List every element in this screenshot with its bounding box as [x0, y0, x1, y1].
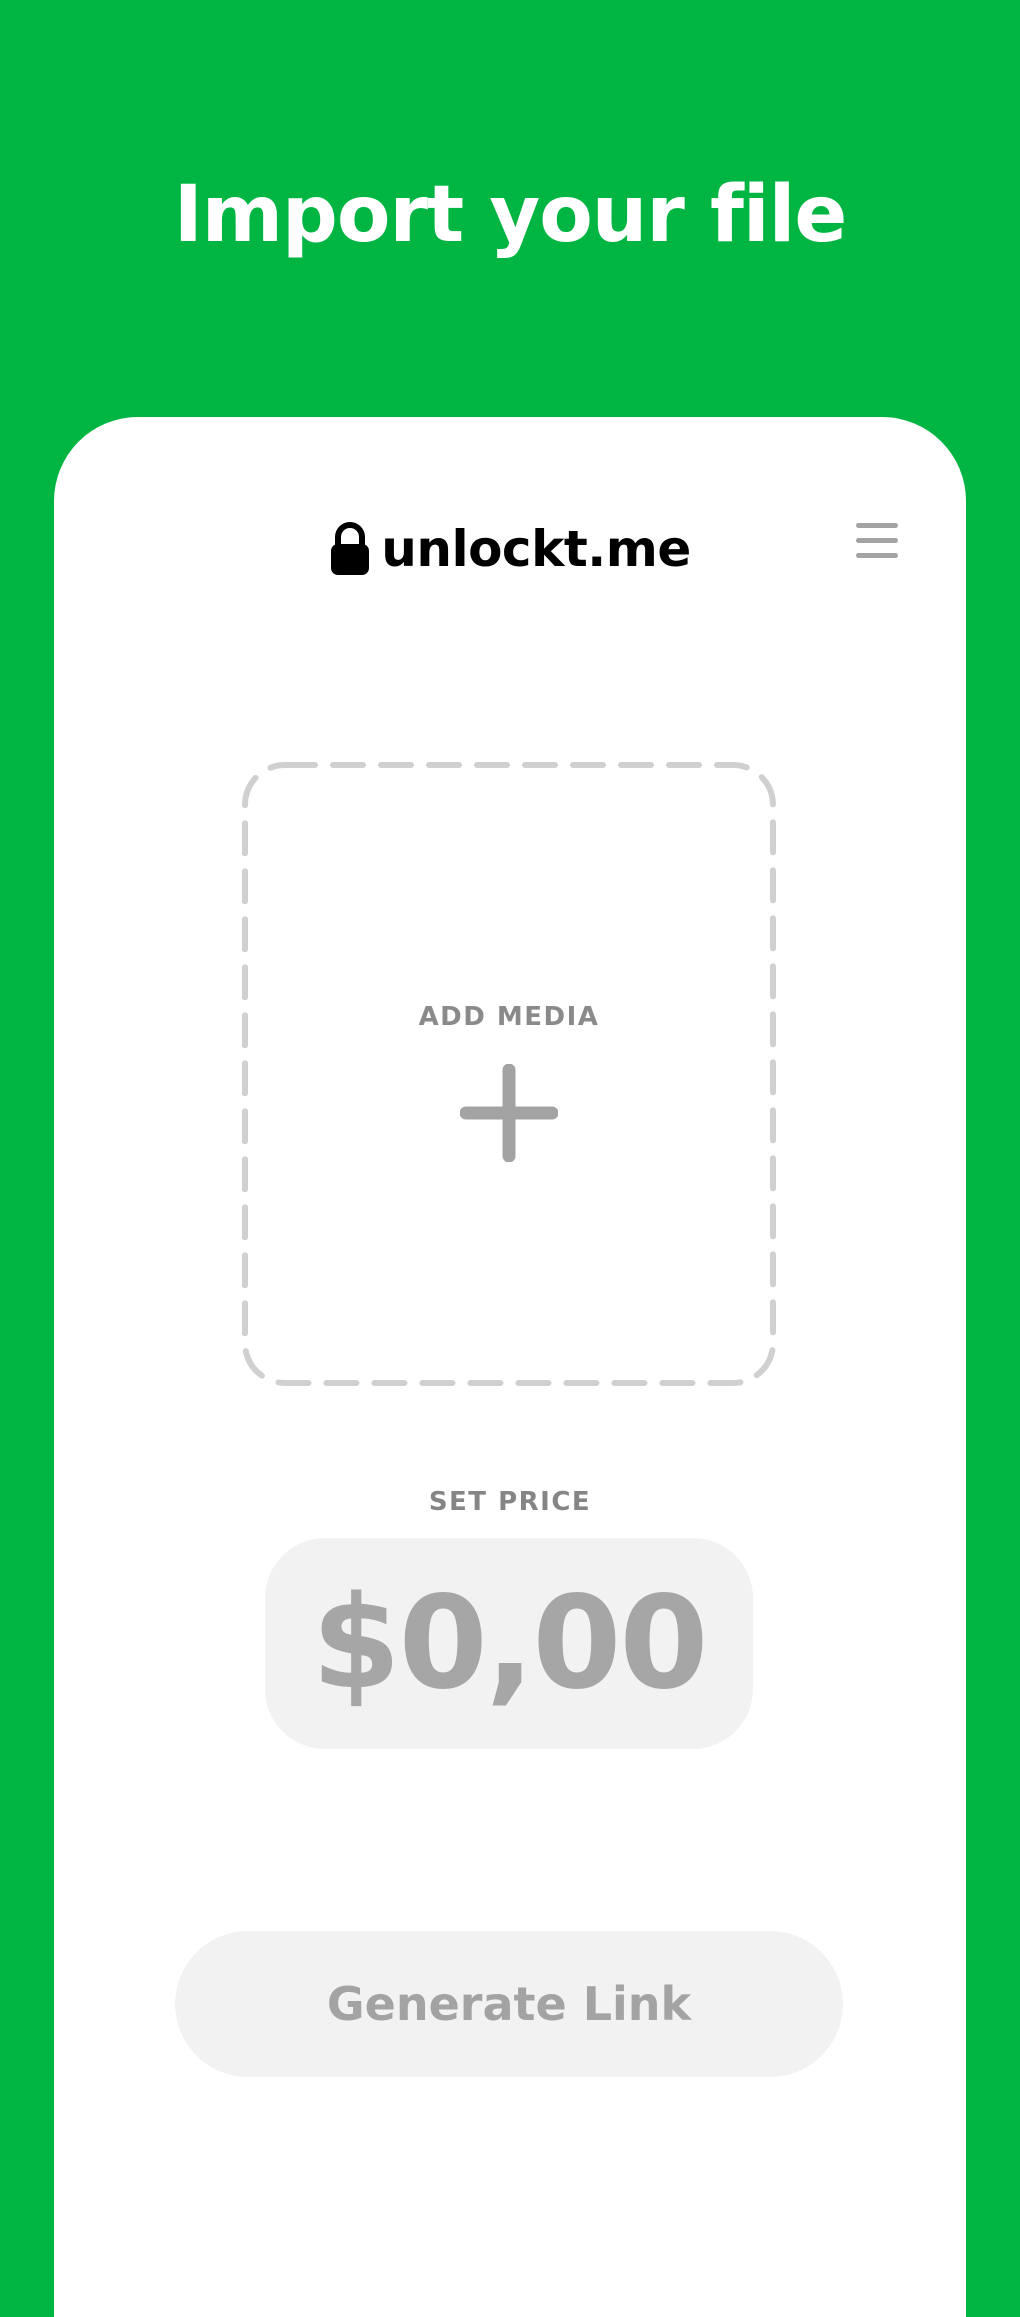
- brand-logo: unlockt.me: [54, 509, 966, 589]
- lock-icon: [331, 522, 370, 575]
- add-media-dropzone[interactable]: ADD MEDIA: [242, 762, 776, 1386]
- set-price-label: SET PRICE: [428, 1487, 592, 1517]
- brand-name: unlockt.me: [381, 520, 691, 578]
- price-input[interactable]: $0,00: [265, 1538, 753, 1749]
- hamburger-menu-icon[interactable]: [854, 519, 902, 563]
- generate-link-button[interactable]: Generate Link: [175, 1931, 843, 2077]
- plus-icon: [460, 1064, 558, 1162]
- main-card: unlockt.me ADD MEDIA SET PRICE $0,00 Gen…: [54, 417, 966, 2317]
- add-media-label: ADD MEDIA: [418, 1002, 600, 1032]
- generate-link-label: Generate Link: [326, 1977, 692, 2031]
- page-title: Import your file: [173, 170, 848, 260]
- price-value: $0,00: [311, 1569, 709, 1718]
